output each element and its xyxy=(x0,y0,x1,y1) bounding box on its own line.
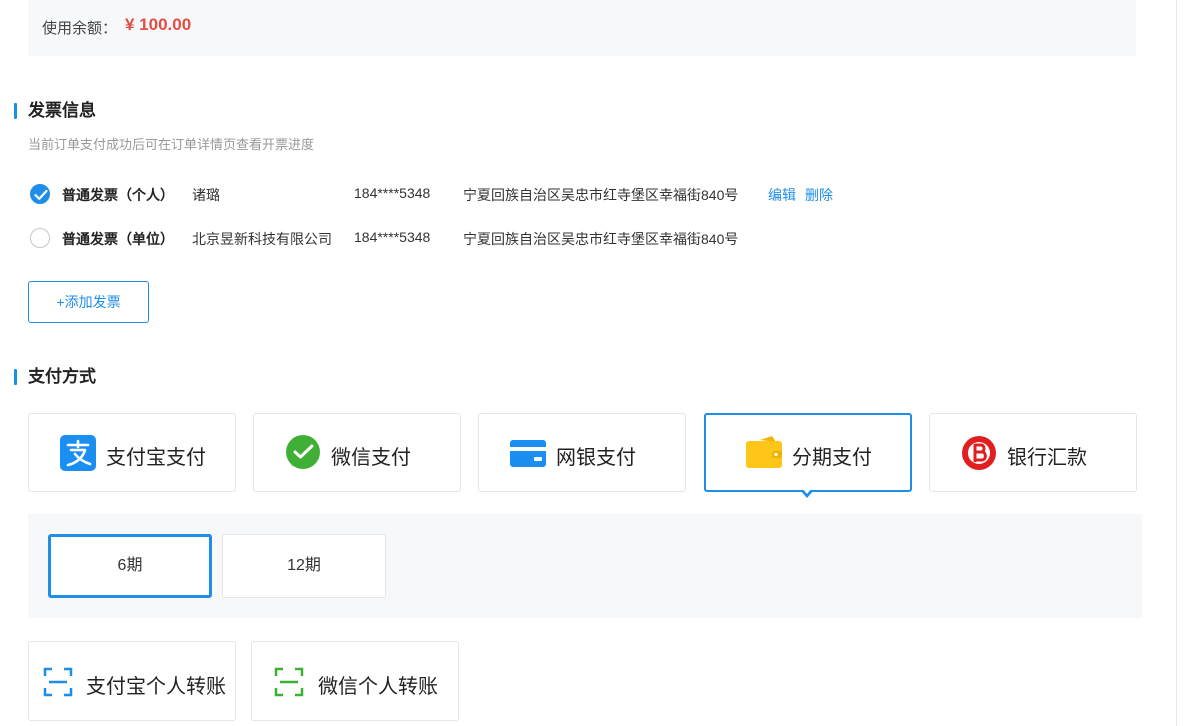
transfer-wechat-personal[interactable]: 微信个人转账 xyxy=(251,641,459,721)
edit-invoice-link[interactable]: 编辑 xyxy=(768,185,796,205)
pay-method-label: 分期支付 xyxy=(792,447,872,469)
invoice-name: 诸璐 xyxy=(192,187,220,203)
wallet-icon xyxy=(746,436,782,468)
check-icon xyxy=(34,189,48,200)
pay-method-installment[interactable]: 分期支付 xyxy=(704,413,912,492)
invoice-address: 宁夏回族自治区吴忠市红寺堡区幸福街840号 xyxy=(463,231,739,247)
invoice-hint: 当前订单支付成功后可在订单详情页查看开票进度 xyxy=(28,137,315,152)
invoice-title-text: 发票信息 xyxy=(28,101,96,120)
pay-method-label: 银行汇款 xyxy=(1007,447,1087,469)
balance-strip: 使用余额： ¥ 100.00 xyxy=(28,0,1136,56)
pay-method-wechat[interactable]: 微信支付 xyxy=(253,413,461,492)
balance-label: 使用余额： xyxy=(42,20,118,37)
installment-option-6[interactable]: 6期 xyxy=(48,534,212,598)
transfer-label: 微信个人转账 xyxy=(318,676,438,698)
bank-transfer-icon xyxy=(962,436,996,470)
invoice-type: 普通发票（个人） xyxy=(62,187,174,203)
invoice-radio-company[interactable] xyxy=(30,228,50,248)
transfer-label: 支付宝个人转账 xyxy=(86,676,226,698)
invoice-type: 普通发票（单位） xyxy=(62,231,174,247)
pay-method-label: 网银支付 xyxy=(556,447,636,469)
section-marker xyxy=(14,369,17,385)
section-marker xyxy=(14,103,17,119)
invoice-phone: 184****5348 xyxy=(354,229,431,245)
bank-card-icon xyxy=(510,440,546,467)
pay-method-label: 微信支付 xyxy=(331,447,411,469)
payment-title-text: 支付方式 xyxy=(28,367,96,386)
selected-card-pointer xyxy=(800,488,814,498)
installment-option-12[interactable]: 12期 xyxy=(222,534,386,598)
invoice-name: 北京昱新科技有限公司 xyxy=(192,231,332,247)
scrollbar-track[interactable] xyxy=(1176,0,1177,726)
invoice-address: 宁夏回族自治区吴忠市红寺堡区幸福街840号 xyxy=(463,187,739,203)
wechat-icon xyxy=(286,435,320,469)
invoice-row-personal[interactable]: 普通发票（个人） 诸璐 184****5348 宁夏回族自治区吴忠市红寺堡区幸福… xyxy=(28,182,928,206)
invoice-row-company[interactable]: 普通发票（单位） 北京昱新科技有限公司 184****5348 宁夏回族自治区吴… xyxy=(28,226,928,250)
pay-method-online-bank[interactable]: 网银支付 xyxy=(478,413,686,492)
balance-amount: ¥ 100.00 xyxy=(125,15,192,34)
delete-invoice-link[interactable]: 删除 xyxy=(805,185,833,205)
transfer-alipay-personal[interactable]: 支付宝个人转账 xyxy=(28,641,236,721)
invoice-phone: 184****5348 xyxy=(354,185,431,201)
pay-method-alipay[interactable]: 支付宝支付 xyxy=(28,413,236,492)
pay-method-bank-remittance[interactable]: 银行汇款 xyxy=(929,413,1137,492)
payment-section-title: 支付方式 xyxy=(14,366,96,388)
invoice-radio-personal[interactable] xyxy=(30,184,50,204)
scan-icon xyxy=(43,667,73,697)
invoice-section-title: 发票信息 xyxy=(14,100,96,122)
alipay-icon xyxy=(60,435,96,471)
pay-method-label: 支付宝支付 xyxy=(106,447,206,469)
add-invoice-button[interactable]: +添加发票 xyxy=(28,281,149,323)
installment-panel: 6期 12期 xyxy=(28,514,1142,618)
scan-icon xyxy=(274,667,304,697)
